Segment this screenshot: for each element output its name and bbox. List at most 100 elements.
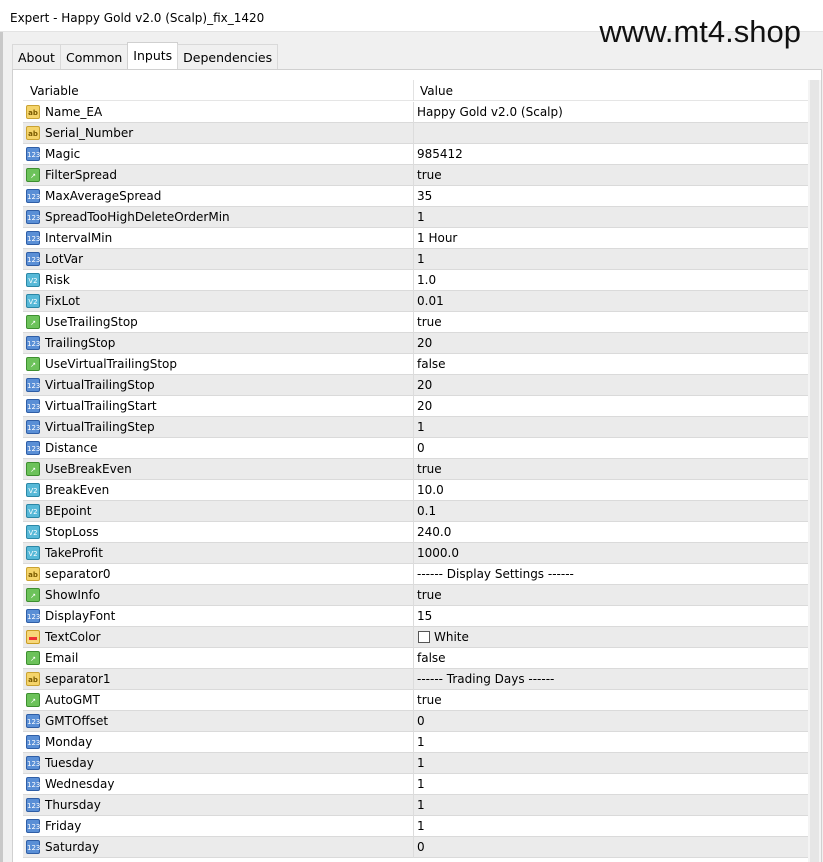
scrollbar-thumb[interactable] (810, 80, 819, 862)
variable-value[interactable]: 0 (417, 441, 425, 455)
variable-value[interactable]: Happy Gold v2.0 (Scalp) (417, 105, 563, 119)
variable-name: Friday (45, 819, 82, 833)
variable-value[interactable]: ------ Display Settings ------ (417, 567, 574, 581)
table-row[interactable]: ↗ UseVirtualTrailingStop false (23, 354, 808, 375)
table-row[interactable]: 123 Thursday 1 (23, 795, 808, 816)
variable-name: BreakEven (45, 483, 110, 497)
double-type-icon: V2 (26, 546, 40, 560)
variable-value[interactable]: 1.0 (417, 273, 436, 287)
table-row[interactable]: 123 VirtualTrailingStart 20 (23, 396, 808, 417)
variable-value[interactable]: true (417, 588, 442, 602)
variable-value[interactable]: 10.0 (417, 483, 444, 497)
variable-value[interactable]: 240.0 (417, 525, 451, 539)
variable-value[interactable]: 1 (417, 252, 425, 266)
variable-value[interactable]: 1 (417, 210, 425, 224)
column-divider[interactable] (413, 80, 414, 101)
variable-value[interactable]: 1 Hour (417, 231, 457, 245)
table-row[interactable]: 123 GMTOffset 0 (23, 711, 808, 732)
column-header-variable[interactable]: Variable (30, 84, 79, 98)
table-row[interactable]: 123 Friday 1 (23, 816, 808, 837)
table-row[interactable]: 123 MaxAverageSpread 35 (23, 186, 808, 207)
table-row[interactable]: ↗ AutoGMT true (23, 690, 808, 711)
variable-value[interactable]: 20 (417, 399, 432, 413)
tab-inputs[interactable]: Inputs (127, 42, 179, 69)
tab-common[interactable]: Common (59, 44, 129, 69)
table-row[interactable]: 123 IntervalMin 1 Hour (23, 228, 808, 249)
table-row[interactable]: TextColor White (23, 627, 808, 648)
variable-value[interactable]: 1 (417, 798, 425, 812)
variable-value[interactable]: true (417, 462, 442, 476)
tab-dependencies[interactable]: Dependencies (177, 44, 279, 69)
variable-value[interactable]: 1 (417, 756, 425, 770)
table-row[interactable]: ab separator1 ------ Trading Days ------ (23, 669, 808, 690)
variable-value[interactable]: White (434, 630, 469, 644)
table-row[interactable]: 123 DisplayFont 15 (23, 606, 808, 627)
variable-value[interactable]: 0 (417, 714, 425, 728)
table-row[interactable]: V2 BreakEven 10.0 (23, 480, 808, 501)
table-row[interactable]: V2 BEpoint 0.1 (23, 501, 808, 522)
string-type-icon: ab (26, 105, 40, 119)
table-row[interactable]: V2 StopLoss 240.0 (23, 522, 808, 543)
table-row[interactable]: ab Serial_Number (23, 123, 808, 144)
table-row[interactable]: 123 LotVar 1 (23, 249, 808, 270)
variable-value[interactable]: 35 (417, 189, 432, 203)
variable-value[interactable]: 1 (417, 420, 425, 434)
variable-value[interactable]: 0.01 (417, 294, 444, 308)
table-row[interactable]: 123 Magic 985412 (23, 144, 808, 165)
table-row[interactable]: ab Name_EA Happy Gold v2.0 (Scalp) (23, 102, 808, 123)
table-row[interactable]: 123 Distance 0 (23, 438, 808, 459)
variable-value[interactable]: 1 (417, 819, 425, 833)
cell-divider (413, 291, 414, 312)
double-type-icon: V2 (26, 483, 40, 497)
variable-value[interactable]: 1 (417, 735, 425, 749)
variable-value[interactable]: 0.1 (417, 504, 436, 518)
table-row[interactable]: ab separator0 ------ Display Settings ----… (23, 564, 808, 585)
table-row[interactable]: 123 VirtualTrailingStep 1 (23, 417, 808, 438)
variable-value[interactable]: 1 (417, 777, 425, 791)
variable-value[interactable]: ------ Trading Days ------ (417, 672, 554, 686)
table-row[interactable]: V2 FixLot 0.01 (23, 291, 808, 312)
variable-value[interactable]: 20 (417, 378, 432, 392)
variable-value[interactable]: false (417, 357, 446, 371)
variable-value[interactable]: 0 (417, 840, 425, 854)
cell-divider (413, 123, 414, 144)
color-swatch[interactable] (418, 631, 430, 643)
int-type-icon: 123 (26, 231, 40, 245)
table-row[interactable]: ↗ UseBreakEven true (23, 459, 808, 480)
variable-name: UseTrailingStop (45, 315, 138, 329)
table-row[interactable]: 123 SpreadTooHighDeleteOrderMin 1 (23, 207, 808, 228)
variable-value[interactable]: 15 (417, 609, 432, 623)
variable-name: Name_EA (45, 105, 103, 119)
vertical-scrollbar[interactable] (808, 80, 821, 862)
color-type-icon (26, 630, 40, 644)
table-row[interactable]: ↗ Email false (23, 648, 808, 669)
table-row[interactable]: ↗ ShowInfo true (23, 585, 808, 606)
table-row[interactable]: ↗ UseTrailingStop true (23, 312, 808, 333)
cell-divider (413, 501, 414, 522)
variable-value[interactable]: true (417, 315, 442, 329)
int-type-icon: 123 (26, 609, 40, 623)
variable-value[interactable]: true (417, 168, 442, 182)
table-row[interactable]: 123 Saturday 0 (23, 837, 808, 858)
variable-value[interactable]: true (417, 693, 442, 707)
table-row[interactable]: 123 Wednesday 1 (23, 774, 808, 795)
bool-type-icon: ↗ (26, 168, 40, 182)
tab-about[interactable]: About (12, 44, 61, 69)
table-row[interactable]: V2 TakeProfit 1000.0 (23, 543, 808, 564)
variable-value[interactable]: false (417, 651, 446, 665)
variable-name: Tuesday (45, 756, 94, 770)
variable-value[interactable]: 985412 (417, 147, 463, 161)
variable-value[interactable]: 1000.0 (417, 546, 459, 560)
table-row[interactable]: 123 VirtualTrailingStop 20 (23, 375, 808, 396)
double-type-icon: V2 (26, 504, 40, 518)
table-row[interactable]: 123 Tuesday 1 (23, 753, 808, 774)
table-row[interactable]: 123 Monday 1 (23, 732, 808, 753)
column-header-value[interactable]: Value (420, 84, 453, 98)
table-row[interactable]: 123 TrailingStop 20 (23, 333, 808, 354)
variable-value[interactable]: 20 (417, 336, 432, 350)
bool-type-icon: ↗ (26, 588, 40, 602)
cell-divider (413, 207, 414, 228)
table-row[interactable]: ↗ FilterSpread true (23, 165, 808, 186)
variable-name: FixLot (45, 294, 80, 308)
table-row[interactable]: V2 Risk 1.0 (23, 270, 808, 291)
